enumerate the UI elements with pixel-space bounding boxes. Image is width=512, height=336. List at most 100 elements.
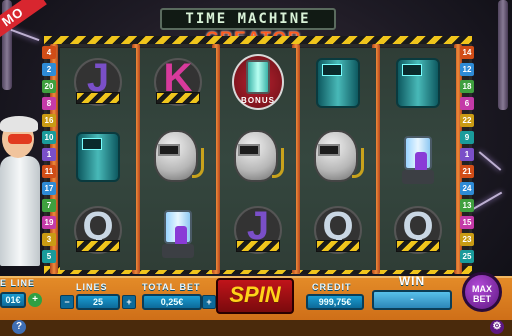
payline-indicator[interactable]: 1 [460, 148, 474, 161]
machine-screen [402, 64, 422, 76]
max-bet-label-1: MAX [472, 284, 492, 294]
symbol-bonus: BONUS [228, 52, 288, 112]
payline-indicator[interactable]: 7 [42, 199, 56, 212]
helmet-visor [238, 144, 260, 156]
helmet-cable [272, 148, 284, 178]
lightning-bolt [471, 191, 503, 211]
payline-indicator[interactable]: 21 [460, 165, 474, 178]
payline-indicator[interactable]: 19 [42, 216, 56, 229]
machine-screen [322, 64, 342, 76]
symbol-welding-helmet [228, 126, 288, 186]
credit-label: CREDIT [312, 282, 352, 292]
bonus-label: BONUS [241, 96, 275, 105]
payline-indicator[interactable]: 16 [42, 114, 56, 127]
capsule-base [162, 244, 194, 258]
payline-indicator[interactable]: 15 [460, 216, 474, 229]
helmet-visor [158, 144, 180, 156]
win-display: WIN - [368, 274, 456, 314]
game-title: TIME MACHINE [160, 8, 336, 30]
symbol-letter-q: Q [388, 200, 448, 260]
hazard-stripe [156, 92, 200, 104]
control-panel-base [0, 320, 512, 336]
total-bet-value: 0,25€ [142, 294, 202, 310]
payline-indicator[interactable]: 23 [460, 233, 474, 246]
helmet-cable [352, 148, 364, 178]
energy-capsule-icon [402, 130, 434, 184]
credit-value: 999,75€ [306, 294, 364, 310]
total-bet-label: TOTAL BET [142, 282, 201, 292]
helmet-cable [192, 148, 204, 178]
hazard-stripe [44, 36, 472, 44]
payline-indicator[interactable]: 8 [42, 97, 56, 110]
payline-indicator[interactable]: 6 [460, 97, 474, 110]
lightning-bolt [478, 151, 502, 171]
bonus-tube-icon [246, 60, 270, 94]
payline-indicator[interactable]: 2 [42, 63, 56, 76]
machine-screen [82, 138, 102, 150]
symbol-time-machine [308, 52, 368, 112]
lines-label: LINES [76, 282, 108, 292]
win-value: - [372, 290, 452, 310]
payline-indicator[interactable]: 22 [460, 114, 474, 127]
max-bet-label-2: BET [473, 294, 491, 304]
capsule-core [415, 152, 427, 172]
payline-indicator[interactable]: 24 [460, 182, 474, 195]
payline-indicators-right: 14 12 18 6 22 9 1 21 24 13 15 23 25 [460, 46, 474, 272]
slot-game-screen: MO TIME MACHINE CREATOR JQKBONUSJQQ 4220… [0, 0, 512, 336]
bet-line-label: E LINE [0, 278, 36, 288]
hazard-stripe [396, 240, 440, 252]
scientist-hair [0, 116, 38, 132]
max-bet-button[interactable]: MAX BET [462, 272, 502, 312]
settings-gear-icon[interactable]: ⚙ [490, 320, 504, 334]
symbol-letter-j: J [68, 52, 128, 112]
symbol-energy-capsule [148, 200, 208, 260]
capsule-base [402, 170, 434, 184]
payline-indicator[interactable]: 14 [460, 46, 474, 59]
bet-line-plus-button[interactable]: + [28, 293, 42, 307]
lab-coat [0, 156, 40, 266]
symbol-letter-q: Q [308, 200, 368, 260]
capsule-glass [404, 136, 432, 172]
energy-capsule-icon [162, 204, 194, 258]
payline-indicator[interactable]: 13 [460, 199, 474, 212]
capsule-core [175, 226, 187, 246]
symbol-welding-helmet [148, 126, 208, 186]
scientist-character [0, 116, 40, 270]
payline-indicator[interactable]: 25 [460, 250, 474, 263]
hazard-stripe [236, 240, 280, 252]
symbol-letter-q: Q [68, 200, 128, 260]
bet-line-value: 01€ [0, 292, 26, 308]
hazard-stripe [316, 240, 360, 252]
payline-indicators-left: 4 2 20 8 16 10 1 11 17 7 19 3 5 [42, 46, 56, 272]
payline-indicator[interactable]: 18 [460, 80, 474, 93]
win-label: WIN [398, 274, 426, 288]
payline-indicator[interactable]: 12 [460, 63, 474, 76]
capsule-glass [164, 210, 192, 246]
scientist-goggles [8, 134, 32, 144]
payline-indicator[interactable]: 4 [42, 46, 56, 59]
symbol-energy-capsule [388, 126, 448, 186]
hazard-stripe [76, 92, 120, 104]
helmet-visor [318, 144, 340, 156]
payline-indicator[interactable]: 1 [42, 148, 56, 161]
payline-indicator[interactable]: 5 [42, 250, 56, 263]
payline-indicator[interactable]: 10 [42, 131, 56, 144]
payline-indicator[interactable]: 20 [42, 80, 56, 93]
payline-indicator[interactable]: 17 [42, 182, 56, 195]
payline-indicator[interactable]: 3 [42, 233, 56, 246]
hazard-stripe [76, 240, 120, 252]
symbol-letter-k: K [148, 52, 208, 112]
help-button[interactable]: ? [12, 320, 26, 334]
symbol-time-machine [68, 126, 128, 186]
bg-rod [498, 0, 508, 110]
symbol-time-machine [388, 52, 448, 112]
lines-increase-button[interactable]: + [122, 295, 136, 309]
spin-button[interactable]: SPIN [216, 278, 294, 314]
lines-decrease-button[interactable]: − [60, 295, 74, 309]
lines-value: 25 [76, 294, 120, 310]
symbol-letter-j: J [228, 200, 288, 260]
bet-increase-button[interactable]: + [202, 295, 216, 309]
payline-indicator[interactable]: 11 [42, 165, 56, 178]
symbol-welding-helmet [308, 126, 368, 186]
payline-indicator[interactable]: 9 [460, 131, 474, 144]
